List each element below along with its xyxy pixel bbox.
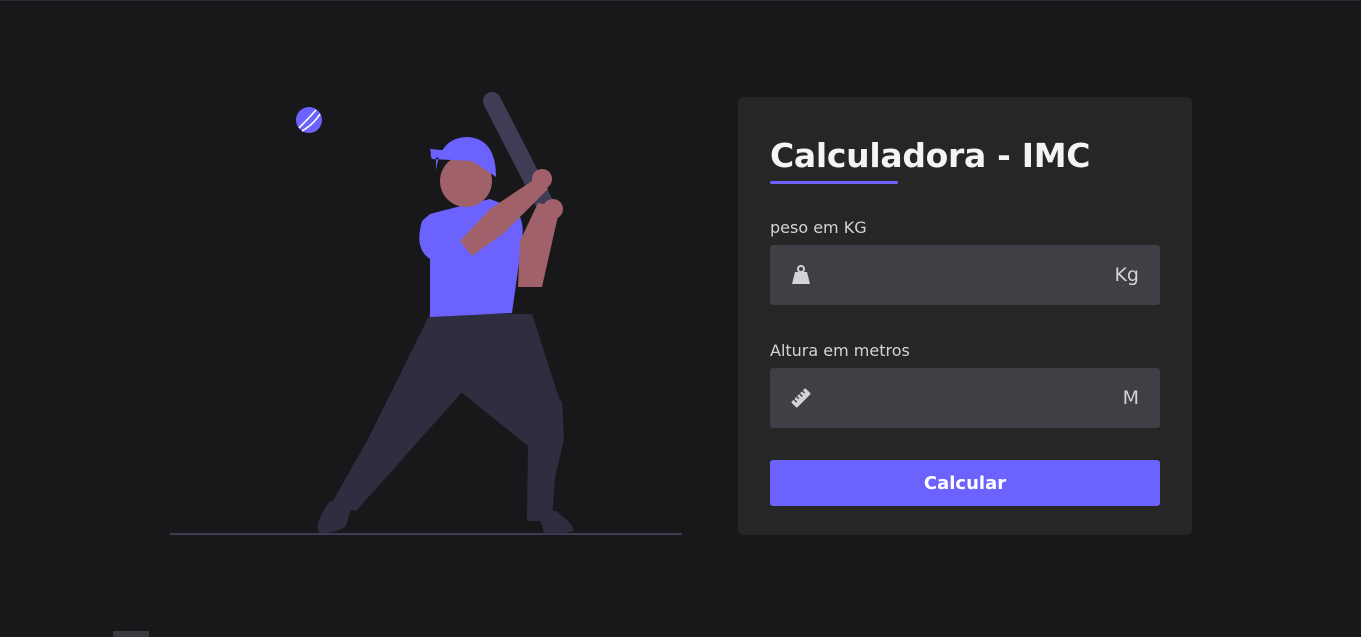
calculator-title: Calculadora - IMC [770, 136, 1091, 175]
weight-input[interactable] [770, 245, 1160, 305]
bottom-tab [113, 631, 149, 637]
height-field[interactable]: M [770, 368, 1160, 428]
height-input[interactable] [770, 368, 1160, 428]
player-legs [317, 314, 574, 534]
weight-unit: Kg [1114, 264, 1139, 286]
imc-calculator-card: Calculadora - IMC peso em KG Kg Altura e… [738, 97, 1192, 535]
height-label: Altura em metros [770, 341, 910, 360]
baseball-ball [296, 107, 322, 133]
height-unit: M [1122, 387, 1139, 409]
page: Calculadora - IMC peso em KG Kg Altura e… [0, 0, 1361, 637]
title-underline [770, 181, 898, 184]
baseball-player-illustration [170, 92, 682, 535]
calculate-button[interactable]: Calcular [770, 460, 1160, 506]
weight-field[interactable]: Kg [770, 245, 1160, 305]
player-head [430, 137, 496, 207]
weight-label: peso em KG [770, 218, 867, 237]
